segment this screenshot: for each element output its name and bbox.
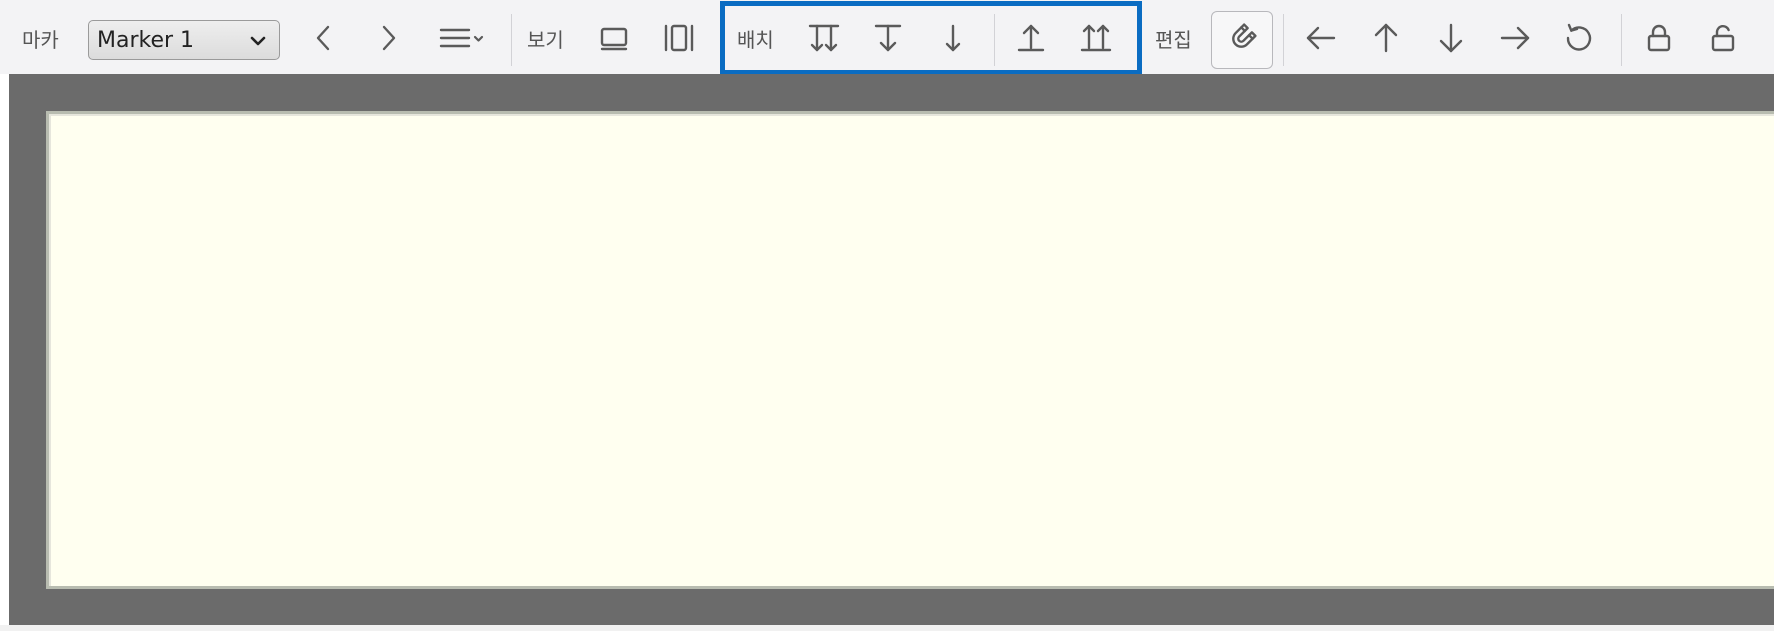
view-label: 보기 bbox=[527, 28, 564, 52]
send-backward-icon bbox=[871, 21, 905, 59]
move-down-button[interactable] bbox=[931, 18, 975, 62]
bring-to-front-icon bbox=[1079, 21, 1113, 59]
move-up-button[interactable] bbox=[1364, 18, 1408, 62]
separator bbox=[511, 14, 512, 66]
separator bbox=[994, 14, 995, 66]
separator bbox=[1283, 14, 1284, 66]
move-down-arrow-button[interactable] bbox=[1429, 18, 1473, 62]
send-backward-button[interactable] bbox=[866, 18, 910, 62]
column-view-button[interactable] bbox=[657, 18, 701, 62]
lock-icon bbox=[1642, 21, 1676, 59]
canvas-bottom-edge bbox=[0, 625, 1774, 631]
unlock-button[interactable] bbox=[1701, 18, 1745, 62]
arrow-left-icon bbox=[1304, 21, 1338, 59]
separator bbox=[1621, 14, 1622, 66]
hamburger-menu-icon bbox=[437, 21, 487, 59]
arrow-right-icon bbox=[1498, 21, 1532, 59]
marker-select[interactable]: Marker 1 bbox=[88, 20, 280, 60]
move-down-icon bbox=[936, 21, 970, 59]
arrow-up-icon bbox=[1369, 21, 1403, 59]
magnet-snap-icon bbox=[1225, 21, 1259, 59]
arrow-down-icon bbox=[1434, 21, 1468, 59]
document-page[interactable] bbox=[46, 111, 1774, 589]
bring-forward-icon bbox=[1014, 21, 1048, 59]
send-to-back-button[interactable] bbox=[802, 18, 846, 62]
marker-select-value: Marker 1 bbox=[97, 27, 195, 53]
rotate-button[interactable] bbox=[1557, 18, 1601, 62]
next-marker-button[interactable] bbox=[366, 18, 410, 62]
bring-forward-button[interactable] bbox=[1009, 18, 1053, 62]
chevron-right-icon bbox=[371, 21, 405, 59]
bring-to-front-button[interactable] bbox=[1074, 18, 1118, 62]
edit-label: 편집 bbox=[1155, 28, 1192, 52]
single-page-view-button[interactable] bbox=[592, 18, 636, 62]
move-right-button[interactable] bbox=[1493, 18, 1537, 62]
single-page-view-icon bbox=[597, 21, 631, 59]
previous-marker-button[interactable] bbox=[302, 18, 346, 62]
send-to-back-icon bbox=[807, 21, 841, 59]
menu-dropdown-button[interactable] bbox=[432, 18, 492, 62]
toolbar: 마카 Marker 1 보기 배치 편집 bbox=[0, 0, 1774, 75]
lock-button[interactable] bbox=[1637, 18, 1681, 62]
column-view-icon bbox=[662, 21, 696, 59]
chevron-down-icon bbox=[249, 31, 267, 49]
unlock-icon bbox=[1706, 21, 1740, 59]
marker-label: 마카 bbox=[22, 28, 59, 52]
rotate-icon bbox=[1562, 21, 1596, 59]
arrange-label: 배치 bbox=[737, 28, 774, 52]
chevron-left-icon bbox=[307, 21, 341, 59]
move-left-button[interactable] bbox=[1299, 18, 1343, 62]
magnet-snap-toggle[interactable] bbox=[1211, 11, 1273, 69]
